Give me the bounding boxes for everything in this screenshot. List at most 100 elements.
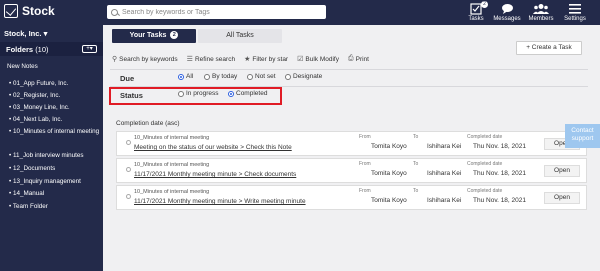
task-folder: 10_Minutes of internal meeting [134,189,210,195]
complete-circle-icon[interactable] [126,140,131,145]
contact-support-button[interactable]: Contact support [565,124,600,148]
completed-date: Thu Nov. 18, 2021 [473,170,526,177]
completed-date: Thu Nov. 18, 2021 [473,197,526,204]
task-row[interactable]: 10_Minutes of internal meeting 11/17/202… [116,185,587,210]
due-radio-designate[interactable]: Designate [285,73,322,80]
nav-messages[interactable]: Messages [492,2,522,22]
sidebar-item-folder[interactable]: • 02_Register, Inc. [9,92,60,99]
to-value: Ishihara Kei [427,143,462,150]
radio-icon [285,73,291,80]
due-radio-by-today[interactable]: By today [204,73,237,80]
top-bar: Stock 2 Tasks Messages Members Settings [0,0,600,25]
chat-bubble-icon [492,2,522,16]
task-row[interactable]: 10_Minutes of internal meeting 11/17/202… [116,158,587,183]
list-icon: ☰ [186,56,193,63]
to-value: Ishihara Kei [427,170,462,177]
bulk-modify-button[interactable]: ☑ Bulk Modify [297,55,339,64]
toolbar: ⚲ Search by keywords ☰ Refine search ★ Filt… [112,55,369,63]
search-icon: ⚲ [112,56,118,63]
search-keywords-label: Search by keywords [119,55,178,63]
sidebar-item-folder[interactable]: • Team Folder [9,203,48,210]
sidebar-item-new-notes[interactable]: New Notes [7,63,38,70]
task-title-link[interactable]: 11/17/2021 Monthly meeting minute > Chec… [134,171,296,178]
sidebar-item-folder[interactable]: • 13_Inquiry management [9,178,81,185]
nav-members[interactable]: Members [526,2,556,22]
company-selector[interactable]: Stock, Inc. ▾ [4,29,47,38]
sidebar-item-label: Team Folder [12,203,48,210]
logo[interactable]: Stock [4,4,55,18]
from-value: Tomita Koyo [371,197,407,204]
open-button[interactable]: Open [544,165,580,177]
print-label: Print [355,55,369,63]
completed-date: Thu Nov. 18, 2021 [473,143,526,150]
checkbox-icon: ☑ [297,56,304,63]
search-keywords-button[interactable]: ⚲ Search by keywords [112,55,178,64]
nav-settings-label: Settings [564,16,586,22]
tasks-icon: 2 [461,1,491,16]
search-input[interactable] [122,8,312,16]
app-name: Stock [22,4,55,18]
task-title-link[interactable]: 11/17/2021 Monthly meeting minute > Writ… [134,198,306,205]
sidebar-item-folder[interactable]: • 12_Documents [9,165,55,172]
task-row[interactable]: 10_Minutes of internal meeting Meeting o… [116,131,587,156]
sort-label[interactable]: Completion date (asc) [116,120,180,127]
folders-label: Folders [6,45,34,54]
sidebar-item-label: 01_App Future, Inc. [12,80,69,87]
to-value: Ishihara Kei [427,197,462,204]
complete-circle-icon[interactable] [126,167,131,172]
nav-messages-label: Messages [493,16,521,22]
radio-label: All [186,73,194,80]
create-task-button[interactable]: + Create a Task [516,41,582,55]
sidebar-item-folder[interactable]: • 14_Manual [9,190,44,197]
sidebar-item-folder[interactable]: • 10_Minutes of internal meeting [9,128,99,135]
due-radio-not-set[interactable]: Not set [247,73,276,80]
menu-icon [560,2,590,16]
nav-settings[interactable]: Settings [560,2,590,22]
radio-icon [204,73,210,80]
tab-your-tasks[interactable]: Your Tasks 2 [112,29,196,43]
sidebar: Stock, Inc. ▾ Folders (10) +▾ New Notes … [0,25,103,271]
due-radio-all[interactable]: All [178,73,193,80]
nav-members-label: Members [528,16,554,22]
company-name: Stock, Inc. [4,29,42,38]
caret-down-icon: ▾ [89,46,93,52]
radio-selected-icon [178,73,184,80]
print-button[interactable]: ⎙ Print [348,55,369,63]
tab-label: Your Tasks [129,32,167,39]
from-label: From [359,188,371,194]
divider [110,69,588,70]
stock-logo-icon [4,4,18,18]
tab-count-badge: 2 [170,31,179,39]
from-label: From [359,134,371,140]
radio-icon [247,73,253,80]
sidebar-item-label: 10_Minutes of internal meeting [12,128,100,135]
open-button[interactable]: Open [544,192,580,204]
sidebar-item-label: 11_Job interview minutes [12,152,84,159]
sidebar-item-folder[interactable]: • 01_App Future, Inc. [9,80,68,87]
filter-star-button[interactable]: ★ Filter by star [244,55,288,64]
to-label: To [413,161,419,167]
radio-label: In progress [186,90,219,97]
task-folder: 10_Minutes of internal meeting [134,162,210,168]
refine-search-label: Refine search [194,55,236,63]
nav-tasks-label: Tasks [468,16,484,22]
from-label: From [359,161,371,167]
complete-circle-icon[interactable] [126,194,131,199]
search-bar[interactable] [107,5,326,19]
completed-label: Completed date [467,134,503,140]
status-radio-completed[interactable]: Completed [228,90,267,97]
sidebar-item-label: 13_Inquiry management [12,178,81,185]
status-radio-in-progress[interactable]: In progress [178,90,219,97]
to-label: To [413,188,419,194]
sidebar-item-folder[interactable]: • 04_Next Lab, Inc. [9,116,62,123]
sidebar-item-folder[interactable]: • 11_Job interview minutes [9,152,84,159]
task-title-link[interactable]: Meeting on the status of our website > C… [134,144,292,151]
sidebar-item-folder[interactable]: • 03_Money Line, Inc. [9,104,70,111]
tab-all-tasks[interactable]: All Tasks [198,29,282,43]
add-folder-button[interactable]: +▾ [82,45,97,53]
bulk-modify-label: Bulk Modify [305,55,339,63]
refine-search-button[interactable]: ☰ Refine search [186,55,236,64]
main-panel: Your Tasks 2 All Tasks + Create a Task ⚲… [106,25,600,271]
nav-tasks[interactable]: 2 Tasks [461,1,491,22]
tasks-badge: 2 [481,1,488,8]
